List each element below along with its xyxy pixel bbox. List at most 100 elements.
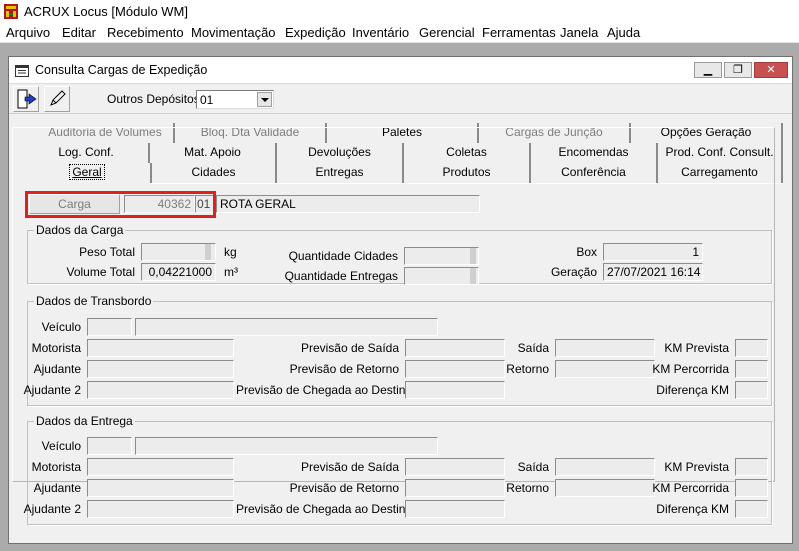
transbordo-prev-saida-label: Previsão de Saída [300,341,399,355]
peso-total-label: Peso Total [79,245,135,259]
transbordo-ajudante2-field[interactable] [87,381,234,399]
entrega-saida-field[interactable] [555,458,655,476]
transbordo-prev-chegada-label: Previsão de Chegada ao Destino [236,383,413,397]
menu-ferramentas[interactable]: Ferramentas [481,25,557,40]
outros-depositos-value: 01 [200,93,214,107]
entrega-prev-retorno-field[interactable] [405,479,505,497]
chevron-down-icon[interactable] [257,92,272,107]
entrega-km-percorrida-label: KM Percorrida [652,481,729,495]
exit-button[interactable] [13,86,39,112]
minimize-icon: ▁ [703,64,713,76]
minimize-button[interactable]: ▁ [694,62,722,78]
transbordo-saida-label: Saída [517,341,549,355]
menu-arquivo[interactable]: Arquivo [5,25,51,40]
transbordo-ajudante-label: Ajudante [33,362,81,376]
transbordo-retorno-field[interactable] [555,360,655,378]
menu-inventario[interactable]: Inventário [351,25,410,40]
restore-icon: ❐ [733,64,743,76]
form-icon [15,65,29,77]
entrega-prev-chegada-label: Previsão de Chegada ao Destino [236,502,413,516]
qtd-entregas-label: Quantidade Entregas [284,269,398,283]
peso-unit: kg [224,245,237,259]
transbordo-saida-field[interactable] [555,339,655,357]
pencil-icon [50,90,66,106]
menu-recebimento[interactable]: Recebimento [106,25,185,40]
transbordo-veiculo-desc-field[interactable] [135,318,438,336]
transbordo-veiculo-code-field[interactable] [87,318,132,336]
peso-total-scrollbar [205,244,211,260]
entrega-saida-label: Saída [517,460,549,474]
volume-total-field[interactable]: 0,04221000 [141,263,216,281]
menu-expedicao[interactable]: Expedição [284,25,347,40]
transbordo-ajudante-field[interactable] [87,360,234,378]
maximize-button[interactable]: ❐ [724,62,752,78]
toolbar: Outros Depósitos 01 [9,84,792,114]
transbordo-diferenca-km-field[interactable] [735,381,768,399]
entrega-km-percorrida-field[interactable] [735,479,768,497]
dados-transbordo-title: Dados de Transbordo [34,294,154,308]
volume-total-label: Volume Total [66,265,136,279]
acrux-logo-icon [4,4,18,19]
qtd-entregas-field[interactable] [404,267,479,285]
edit-button[interactable] [44,86,70,112]
rota-field: ROTA GERAL [216,195,480,213]
entrega-ajudante-field[interactable] [87,479,234,497]
transbordo-km-percorrida-field[interactable] [735,360,768,378]
entrega-prev-saida-label: Previsão de Saída [300,460,399,474]
menu-movimentacao[interactable]: Movimentação [190,25,277,40]
transbordo-prev-retorno-field[interactable] [405,360,505,378]
entrega-ajudante2-label: Ajudante 2 [23,502,81,516]
entrega-prev-retorno-label: Previsão de Retorno [289,481,399,495]
entrega-ajudante-label: Ajudante [33,481,81,495]
exit-door-icon [17,89,37,109]
entrega-retorno-label: Retorno [506,481,549,495]
entrega-diferenca-km-label: Diferença KM [656,502,729,516]
entrega-motorista-label: Motorista [31,460,81,474]
transbordo-retorno-label: Retorno [506,362,549,376]
outros-depositos-select[interactable]: 01 [196,90,274,109]
entrega-ajudante2-field[interactable] [87,500,234,518]
transbordo-prev-retorno-label: Previsão de Retorno [289,362,399,376]
entrega-veiculo-code-field[interactable] [87,437,132,455]
close-icon: ✕ [766,64,776,76]
highlight-annotation [25,191,216,218]
dados-entrega-title: Dados da Entrega [34,414,135,428]
entrega-prev-chegada-field[interactable] [405,500,505,518]
entrega-km-prevista-label: KM Prevista [664,460,729,474]
dados-carga-title: Dados da Carga [34,223,126,237]
box-label: Box [576,245,597,259]
entrega-km-prevista-field[interactable] [735,458,768,476]
transbordo-motorista-field[interactable] [87,339,234,357]
close-button[interactable]: ✕ [754,62,788,78]
qtd-cidades-label: Quantidade Cidades [288,249,398,263]
qtd-entregas-scrollbar [470,268,476,284]
box-field[interactable]: 1 [603,243,703,261]
entrega-prev-saida-field[interactable] [405,458,505,476]
volume-unit: m³ [224,265,238,279]
transbordo-km-prevista-label: KM Prevista [664,341,729,355]
entrega-veiculo-label: Veículo [41,439,81,453]
transbordo-km-percorrida-label: KM Percorrida [652,362,729,376]
qtd-cidades-field[interactable] [404,247,479,265]
transbordo-prev-chegada-field[interactable] [405,381,505,399]
entrega-veiculo-desc-field[interactable] [135,437,438,455]
entrega-retorno-field[interactable] [555,479,655,497]
entrega-motorista-field[interactable] [87,458,234,476]
menu-gerencial[interactable]: Gerencial [418,25,476,40]
app-titlebar: ACRUX Locus [Módulo WM] [0,0,799,23]
transbordo-prev-saida-field[interactable] [405,339,505,357]
entrega-diferenca-km-field[interactable] [735,500,768,518]
geracao-field[interactable]: 27/07/2021 16:14 [603,263,703,281]
outros-depositos-label: Outros Depósitos [107,92,200,106]
menu-ajuda[interactable]: Ajuda [606,25,641,40]
transbordo-km-prevista-field[interactable] [735,339,768,357]
menu-editar[interactable]: Editar [61,25,97,40]
transbordo-diferenca-km-label: Diferença KM [656,383,729,397]
transbordo-motorista-label: Motorista [31,341,81,355]
window-title: Consulta Cargas de Expedição [35,63,208,77]
app-title: ACRUX Locus [Módulo WM] [24,4,188,19]
qtd-cidades-scrollbar [470,248,476,264]
menu-janela[interactable]: Janela [559,25,599,40]
transbordo-veiculo-label: Veículo [41,320,81,334]
geracao-label: Geração [550,265,597,279]
